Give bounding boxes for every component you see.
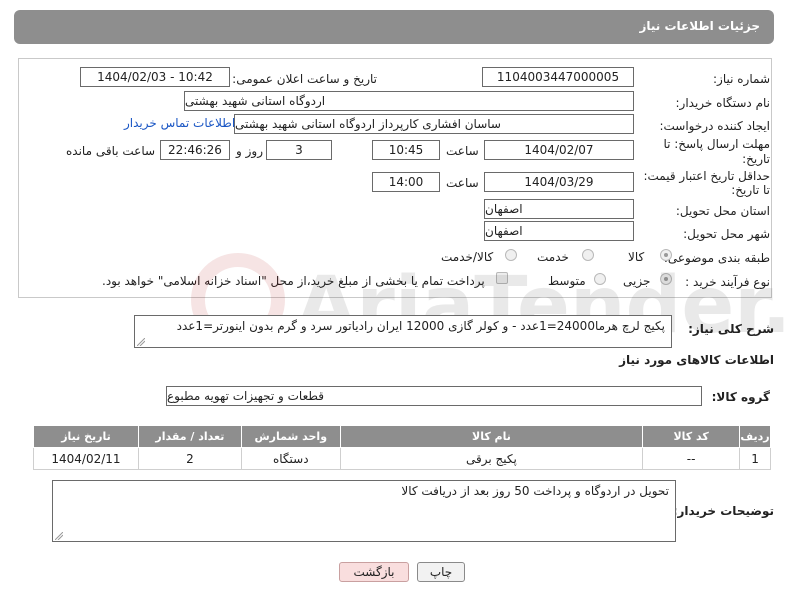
page-title: جزئیات اطلاعات نیاز — [639, 19, 760, 33]
cell-unit: دستگاه — [240, 447, 341, 470]
buyer-field: اردوگاه استانی شهید بهشتی — [184, 91, 634, 111]
price-validity-date-field: 1404/03/29 — [484, 172, 634, 192]
goods-group-label: گروه کالا: — [711, 390, 770, 404]
summary-text: پکیج لرچ هرما24000=1عدد - و کولر گازی 12… — [176, 319, 665, 333]
buyer-label: نام دستگاه خریدار: — [675, 96, 771, 110]
treasury-payment-note: پرداخت تمام یا بخشی از مبلغ خرید،از محل … — [102, 274, 485, 288]
treasury-payment-checkbox[interactable] — [496, 272, 508, 284]
province-field: اصفهان — [484, 199, 634, 219]
creator-field: ساسان افشاری کارپرداز اردوگاه استانی شهی… — [234, 114, 634, 134]
buyer-contact-link[interactable]: اطلاعات تماس خریدار — [124, 116, 235, 130]
back-button[interactable]: بازگشت — [339, 562, 409, 582]
cell-quantity: 2 — [137, 447, 242, 470]
need-number-field: 1104003447000005 — [482, 67, 634, 87]
summary-textarea[interactable]: پکیج لرچ هرما24000=1عدد - و کولر گازی 12… — [134, 315, 672, 348]
goods-table: ردیف کد کالا نام کالا واحد شمارش تعداد /… — [33, 425, 771, 470]
cell-name: پکیج برقی — [339, 447, 644, 470]
col-quantity-header: تعداد / مقدار — [137, 425, 242, 448]
resize-handle-icon[interactable] — [55, 532, 63, 540]
table-row: 1 -- پکیج برقی دستگاه 2 1404/02/11 — [33, 447, 771, 470]
creator-label: ایجاد کننده درخواست: — [659, 119, 770, 133]
cell-code: -- — [642, 447, 741, 470]
announce-datetime-label: تاریخ و ساعت اعلان عمومی: — [232, 72, 377, 86]
price-validity-time-label: ساعت — [446, 176, 479, 190]
category-radio-service[interactable] — [582, 249, 594, 261]
resize-handle-icon[interactable] — [137, 338, 145, 346]
price-validity-label: حداقل تاریخ اعتبار قیمت: — [643, 169, 770, 183]
deadline-date-field: 1404/02/07 — [484, 140, 634, 160]
price-validity-label-date: تا تاریخ: — [731, 183, 770, 197]
time-remaining-field: 22:46:26 — [160, 140, 230, 160]
deadline-label: مهلت ارسال پاسخ: تا — [663, 137, 770, 151]
col-need-date-header: تاریخ نیاز — [33, 425, 139, 448]
deadline-time-label: ساعت — [446, 144, 479, 158]
purchase-type-option-minor: جزیی — [623, 274, 651, 288]
cell-row-number: 1 — [739, 447, 771, 470]
page-header: جزئیات اطلاعات نیاز — [14, 10, 774, 44]
announce-datetime-field: 1404/02/03 - 10:42 — [80, 67, 230, 87]
col-unit-header: واحد شمارش — [240, 425, 341, 448]
category-label: طبقه بندی موضوعی: — [663, 251, 770, 265]
buyer-notes-label: توضیحات خریدار: — [672, 504, 774, 518]
purchase-type-radio-medium[interactable] — [594, 273, 606, 285]
city-field: اصفهان — [484, 221, 634, 241]
days-label: روز و — [236, 144, 263, 158]
province-label: استان محل تحویل: — [675, 204, 770, 218]
goods-table-header-row: ردیف کد کالا نام کالا واحد شمارش تعداد /… — [33, 425, 771, 448]
col-code-header: کد کالا — [642, 425, 741, 448]
deadline-label-date: تاریخ: — [742, 152, 770, 166]
purchase-type-option-medium: متوسط — [548, 274, 586, 288]
col-row-header: ردیف — [739, 425, 771, 448]
category-option-goods: کالا — [628, 250, 645, 264]
time-remaining-label: ساعت باقی مانده — [66, 144, 156, 158]
category-radio-goods-service[interactable] — [505, 249, 517, 261]
print-button[interactable]: چاپ — [417, 562, 465, 582]
purchase-type-label: نوع فرآیند خرید : — [685, 275, 770, 289]
goods-section-title: اطلاعات کالاهای مورد نیاز — [619, 353, 774, 367]
purchase-type-radio-minor[interactable] — [660, 273, 672, 285]
category-option-goods-service: کالا/خدمت — [441, 250, 494, 264]
deadline-time-field: 10:45 — [372, 140, 440, 160]
cell-need-date: 1404/02/11 — [33, 447, 139, 470]
price-validity-time-field: 14:00 — [372, 172, 440, 192]
col-name-header: نام کالا — [339, 425, 644, 448]
summary-label: شرح کلی نیاز: — [688, 322, 774, 336]
category-option-service: خدمت — [537, 250, 569, 264]
buyer-notes-textarea[interactable]: تحویل در اردوگاه و پرداخت 50 روز بعد از … — [52, 480, 676, 542]
need-number-label: شماره نیاز: — [713, 72, 770, 86]
days-remaining-field: 3 — [266, 140, 332, 160]
buyer-notes-text: تحویل در اردوگاه و پرداخت 50 روز بعد از … — [401, 484, 669, 498]
city-label: شهر محل تحویل: — [683, 227, 770, 241]
category-radio-goods[interactable] — [660, 249, 672, 261]
goods-group-field: قطعات و تجهیزات تهویه مطبوع — [166, 386, 702, 406]
